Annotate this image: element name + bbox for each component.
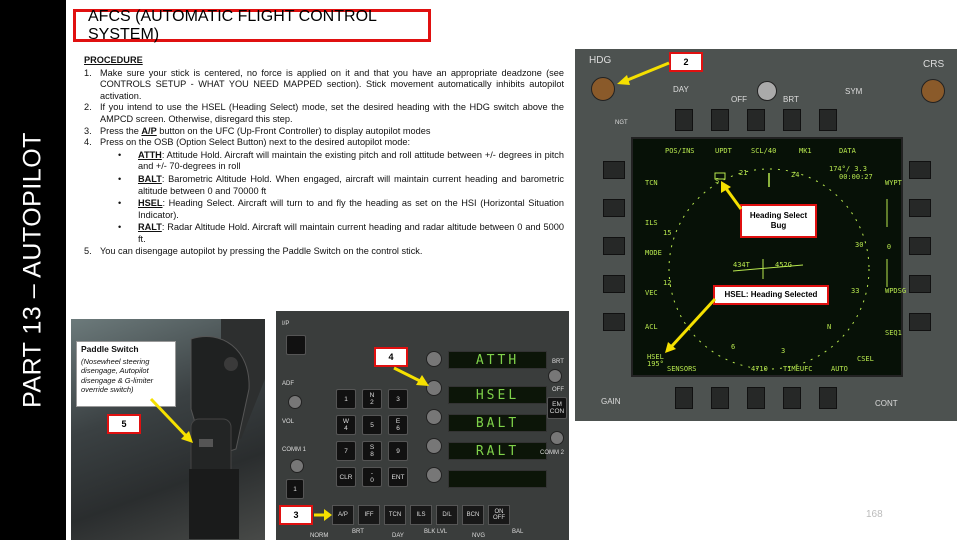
- step-text: Make sure your stick is centered, no for…: [100, 67, 564, 101]
- step-text: You can disengage autopilot by pressing …: [100, 245, 423, 256]
- mode-desc: : Barometric Altitude Hold. When engaged…: [138, 173, 564, 196]
- step-text: Press the A/P button on the UFC (Up-Fron…: [100, 126, 564, 138]
- mode-text: HSEL: Heading Select. Aircraft will turn…: [138, 198, 564, 221]
- mfd-arrows: [617, 61, 743, 353]
- step-number: 5.: [84, 245, 92, 256]
- mode-item: • HSEL: Heading Select. Aircraft will tu…: [118, 198, 564, 221]
- mode-item: • BALT: Barometric Altitude Hold. When e…: [118, 174, 564, 197]
- page-title-text: AFCS (AUTOMATIC FLIGHT CONTROL SYSTEM): [88, 7, 377, 43]
- mode-desc: : Heading Select. Aircraft will turn to …: [138, 198, 564, 220]
- ap-key-label: A/P: [141, 125, 157, 136]
- bullet: •: [118, 198, 122, 209]
- mode-desc: : Attitude Hold. Aircraft will maintain …: [138, 149, 564, 172]
- bullet: •: [118, 222, 122, 233]
- mode-key: ATTH: [138, 149, 162, 160]
- sidebar-title: PART 13 – AUTOPILOT: [18, 132, 47, 408]
- step-text-post: button on the UFC (Up-Front Controller) …: [156, 125, 431, 136]
- step-text-pre: Press the: [100, 125, 142, 136]
- step-number: 2.: [84, 102, 92, 113]
- ufc-arrows: [314, 366, 429, 521]
- bullet: •: [118, 173, 122, 184]
- procedure-heading: PROCEDURE: [84, 55, 143, 65]
- mode-text: ATTH: Attitude Hold. Aircraft will maint…: [138, 150, 564, 173]
- mode-key: RALT: [138, 222, 162, 233]
- step-text: If you intend to use the HSEL (Heading S…: [100, 102, 564, 124]
- mode-item: • RALT: Radar Altitude Hold. Aircraft wi…: [118, 222, 564, 245]
- bullet: •: [118, 149, 122, 160]
- mode-item: • ATTH: Attitude Hold. Aircraft will mai…: [118, 150, 564, 173]
- mode-text: BALT: Barometric Altitude Hold. When eng…: [138, 174, 564, 197]
- ufc-photo: I/P ADF VOL COMM 1 1 1 N 2 3 W 4 5 E 6 7…: [276, 311, 569, 540]
- step-number: 1.: [84, 67, 92, 78]
- sidebar: PART 13 – AUTOPILOT: [0, 0, 66, 540]
- procedure-step: 1. Make sure your stick is centered, no …: [84, 68, 564, 103]
- mode-text: RALT: Radar Altitude Hold. Aircraft will…: [138, 222, 564, 245]
- step-number: 4.: [84, 137, 92, 148]
- step-number: 3.: [84, 125, 92, 136]
- procedure-step: 5. You can disengage autopilot by pressi…: [84, 246, 564, 258]
- procedure-section: PROCEDURE 1. Make sure your stick is cen…: [84, 55, 564, 257]
- mode-key: BALT: [138, 173, 162, 184]
- paddle-arrow: [149, 397, 193, 443]
- page-number: 168: [866, 509, 883, 520]
- page-title: AFCS (AUTOMATIC FLIGHT CONTROL SYSTEM): [73, 7, 431, 43]
- procedure-step: 2. If you intend to use the HSEL (Headin…: [84, 102, 564, 125]
- ampcd-photo: HDG CRS DAY OFF BRT SYM NGT GAIN CONT PO…: [575, 49, 957, 421]
- mode-desc: : Radar Altitude Hold. Aircraft will mai…: [138, 222, 564, 244]
- mode-key: HSEL: [138, 198, 163, 209]
- procedure-step: 4. Press on the OSB (Option Select Butto…: [84, 137, 564, 149]
- paddle-switch-photo: Paddle Switch (Nosewheel steering diseng…: [71, 319, 265, 540]
- step-text: Press on the OSB (Option Select Button) …: [100, 137, 410, 148]
- procedure-step: 3. Press the A/P button on the UFC (Up-F…: [84, 126, 564, 138]
